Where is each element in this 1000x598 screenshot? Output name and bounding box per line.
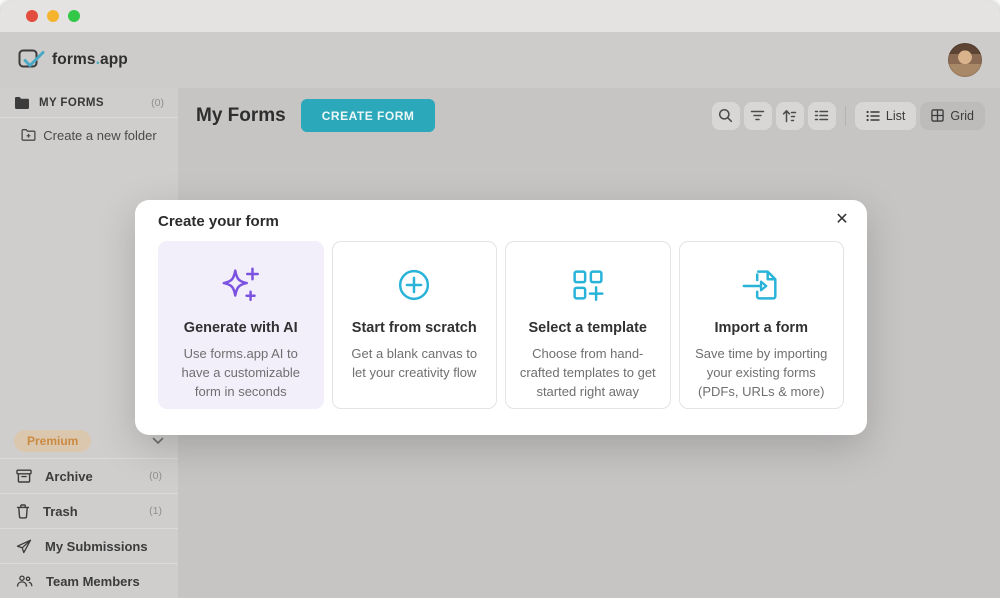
create-form-modal: Create your form ✕ Generate with AI Use … [135,200,867,435]
search-button[interactable] [712,102,740,130]
toolbar-divider [845,106,846,126]
logo-text: forms.app [52,51,128,69]
circle-plus-icon [393,264,435,306]
my-forms-count: (0) [151,97,164,109]
avatar[interactable] [948,43,982,77]
chevron-down-icon [152,437,164,445]
folder-icon [14,96,30,110]
my-forms-label: MY FORMS [39,97,142,109]
premium-badge: Premium [14,430,91,452]
logo-mark-icon [18,48,45,72]
modal-title: Create your form [158,213,279,230]
card-generate-with-ai[interactable]: Generate with AI Use forms.app AI to hav… [158,241,324,409]
sidebar-item-team-members[interactable]: Team Members [0,563,178,598]
card-select-a-template[interactable]: Select a template Choose from hand-craft… [505,241,671,409]
page-title: My Forms [196,105,286,127]
ai-sparkle-icon [218,264,264,306]
grid-view-label: Grid [950,109,974,123]
folder-plus-icon [21,128,36,142]
grid-view-icon [931,109,944,122]
create-folder-label: Create a new folder [43,128,156,143]
sidebar-item-my-forms[interactable]: MY FORMS (0) [0,88,178,118]
filter-button[interactable] [744,102,772,130]
filter-icon [750,109,765,122]
forms-app-logo[interactable]: forms.app [18,48,128,72]
team-icon [16,574,33,588]
sidebar-item-my-submissions[interactable]: My Submissions [0,528,178,563]
close-window-button[interactable] [26,10,38,22]
sort-button[interactable] [776,102,804,130]
minimize-window-button[interactable] [47,10,59,22]
create-form-button[interactable]: CREATE FORM [301,99,436,132]
maximize-window-button[interactable] [68,10,80,22]
archive-icon [16,469,32,484]
toolbar-right: List Grid [712,102,985,130]
list-view-button[interactable]: List [855,102,916,130]
card-import-a-form[interactable]: Import a form Save time by importing you… [679,241,845,409]
modal-cards: Generate with AI Use forms.app AI to hav… [158,241,844,409]
sidebar-item-trash[interactable]: Trash (1) [0,493,178,528]
search-icon [718,108,733,123]
import-file-icon [739,264,783,306]
sort-icon [782,109,797,123]
list-view-label: List [886,109,905,123]
sidebar-item-archive[interactable]: Archive (0) [0,458,178,493]
list-check-button[interactable] [808,102,836,130]
paper-plane-icon [16,539,32,554]
close-icon[interactable]: ✕ [829,206,855,232]
window-titlebar [0,0,1000,32]
main-toolbar: My Forms CREATE FORM [178,88,1000,132]
list-view-icon [866,110,880,122]
app-header: forms.app [0,32,1000,88]
grid-view-button[interactable]: Grid [920,102,985,130]
trash-icon [16,504,30,519]
card-start-from-scratch[interactable]: Start from scratch Get a blank canvas to… [332,241,498,409]
create-folder-button[interactable]: Create a new folder [0,118,178,152]
app-window: forms.app MY FORMS (0) Create a new fold… [0,0,1000,598]
list-check-icon [814,109,829,122]
template-grid-icon [567,264,609,306]
